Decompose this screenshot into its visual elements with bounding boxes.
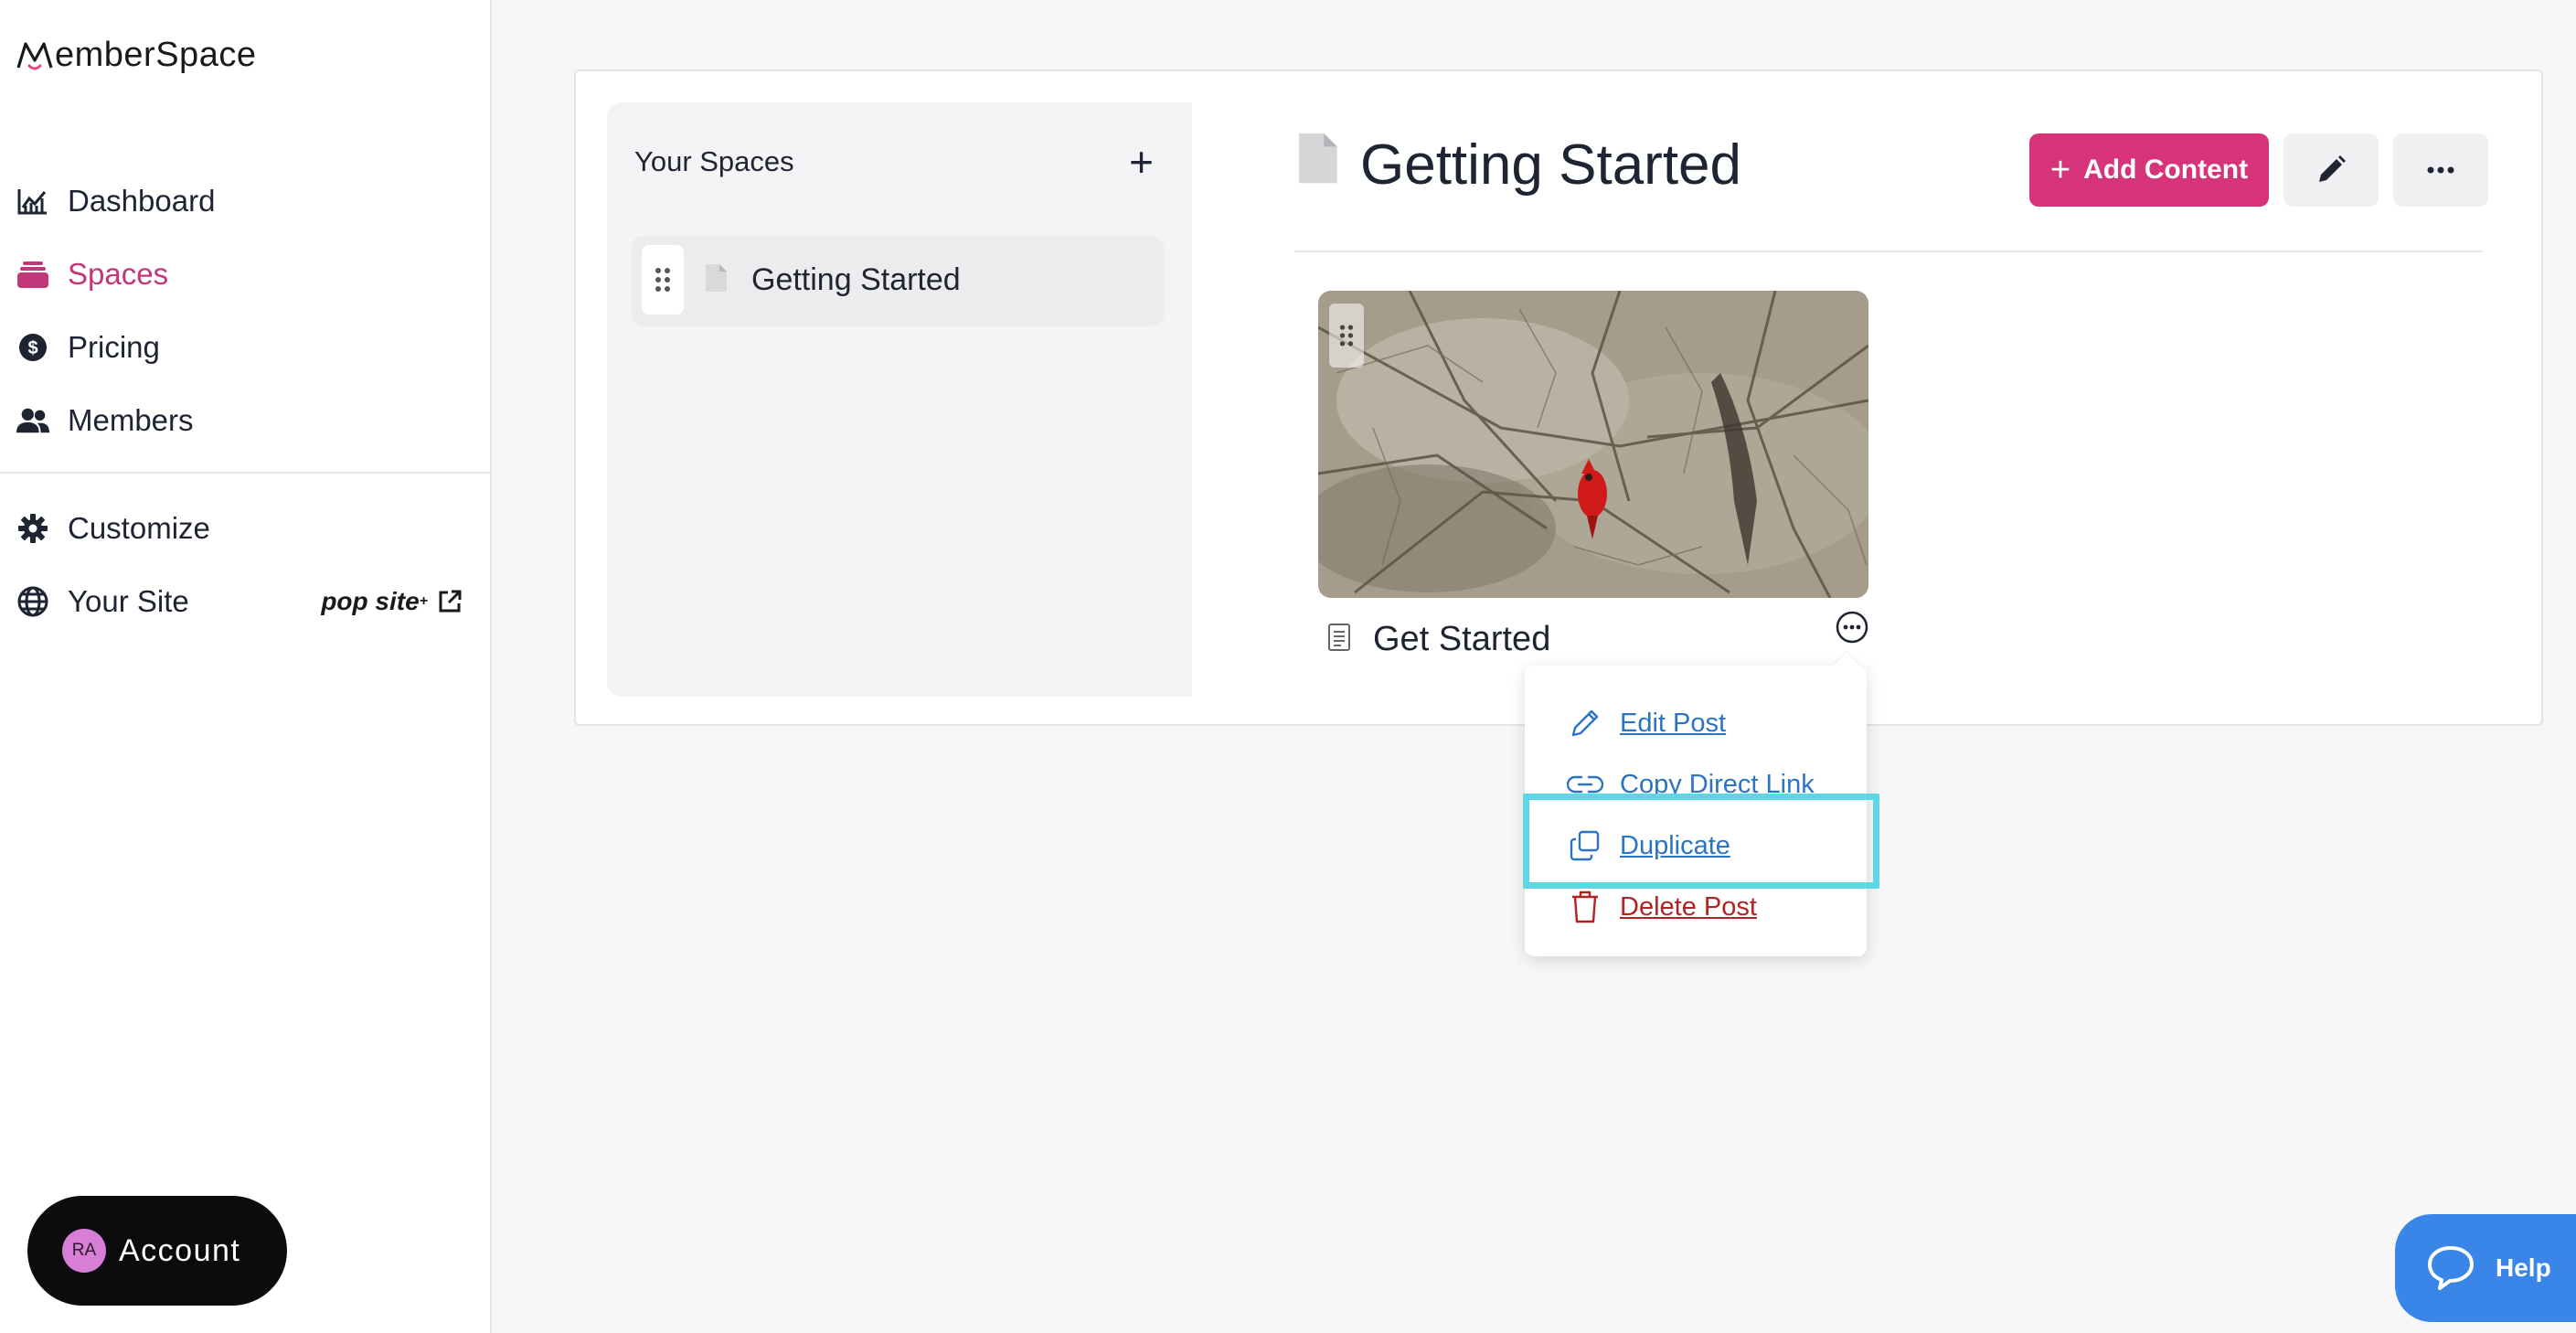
add-content-button[interactable]: + Add Content [2029, 133, 2269, 207]
menu-item-edit-post[interactable]: Edit Post [1567, 700, 1726, 746]
document-icon [1294, 132, 1340, 198]
post-document-icon [1327, 623, 1351, 656]
account-button[interactable]: RA Account [27, 1196, 287, 1306]
trash-icon [1567, 889, 1603, 925]
svg-text:$: $ [27, 338, 37, 358]
chat-bubble-icon [2428, 1246, 2474, 1290]
menu-item-delete-post[interactable]: Delete Post [1567, 884, 1757, 930]
brand-logo[interactable]: emberSpace [15, 33, 256, 77]
menu-item-label: Edit Post [1620, 708, 1727, 738]
help-label: Help [2496, 1253, 2551, 1282]
page-title: Getting Started [1294, 132, 1741, 198]
menu-item-duplicate[interactable]: Duplicate [1567, 823, 1730, 869]
drag-handle-icon[interactable] [642, 245, 684, 315]
nav-item-members[interactable]: Members [0, 384, 490, 457]
header-divider [1294, 251, 2483, 252]
avatar: RA [62, 1229, 106, 1273]
nav-item-spaces[interactable]: Spaces [0, 238, 490, 311]
nav-label: Your Site [68, 584, 189, 618]
app-root: emberSpace Dashboard Spaces $ Pricing Me… [0, 0, 2576, 1333]
nav-label: Pricing [68, 330, 160, 364]
spaces-header: Your Spaces + [634, 139, 1165, 185]
globe-icon [16, 585, 49, 618]
space-editor-card: Your Spaces + Getting Started Getting St… [574, 69, 2543, 726]
memberspace-logo-icon [16, 42, 53, 70]
stack-icon [16, 258, 49, 291]
ellipsis-icon [2427, 166, 2454, 174]
brand-name: emberSpace [55, 35, 257, 74]
space-item-label: Getting Started [751, 261, 961, 297]
nav-item-customize[interactable]: Customize [0, 492, 490, 565]
nav-item-dashboard[interactable]: Dashboard [0, 165, 490, 238]
dollar-circle-icon: $ [16, 331, 49, 364]
plus-icon: + [2049, 150, 2071, 189]
nav-label: Spaces [68, 257, 169, 291]
menu-item-label: Delete Post [1620, 891, 1757, 922]
menu-item-label: Copy Direct Link [1620, 769, 1815, 799]
pencil-icon [1567, 705, 1603, 741]
link-icon [1567, 766, 1603, 803]
edit-space-button[interactable] [2283, 133, 2379, 207]
drag-handle-icon[interactable] [1329, 304, 1364, 368]
gear-icon [16, 512, 49, 545]
users-icon [16, 404, 49, 437]
spaces-title: Your Spaces [634, 145, 794, 177]
spaces-panel: Your Spaces + Getting Started [607, 102, 1192, 697]
post-thumbnail[interactable] [1318, 291, 1868, 598]
help-button[interactable]: Help [2395, 1214, 2576, 1322]
menu-item-copy-direct-link[interactable]: Copy Direct Link [1567, 762, 1815, 807]
pop-site-badge: pop site [321, 587, 420, 615]
post-more-options-icon[interactable] [1836, 611, 1868, 644]
nav-label: Members [68, 403, 194, 437]
page-title-text: Getting Started [1360, 133, 1742, 197]
sidebar: emberSpace Dashboard Spaces $ Pricing Me… [0, 0, 492, 1333]
post-title: Get Started [1373, 619, 1551, 658]
nav-label: Dashboard [68, 184, 216, 218]
menu-item-label: Duplicate [1620, 830, 1730, 860]
chart-icon [16, 185, 49, 218]
main-nav: Dashboard Spaces $ Pricing Members Custo… [0, 165, 490, 638]
add-content-label: Add Content [2083, 155, 2249, 185]
pencil-icon [2319, 155, 2346, 182]
account-label: Account [119, 1232, 241, 1268]
pop-site-link[interactable]: pop site + [321, 587, 463, 616]
nav-item-pricing[interactable]: $ Pricing [0, 311, 490, 384]
space-item-getting-started[interactable]: Getting Started [633, 236, 1163, 324]
more-options-button[interactable] [2393, 133, 2488, 207]
nav-label: Customize [68, 511, 210, 545]
cardinal-photo [1318, 291, 1868, 598]
add-space-button[interactable]: + [1129, 141, 1165, 183]
post-options-menu: Edit Post Copy Direct Link Duplicate Del… [1525, 666, 1867, 956]
copy-icon [1567, 827, 1603, 864]
post-card[interactable]: Get Started [1318, 291, 1868, 680]
external-link-icon [439, 590, 462, 613]
nav-divider [0, 472, 490, 474]
nav-item-your-site[interactable]: Your Site pop site + [0, 565, 490, 638]
document-icon [704, 263, 728, 297]
